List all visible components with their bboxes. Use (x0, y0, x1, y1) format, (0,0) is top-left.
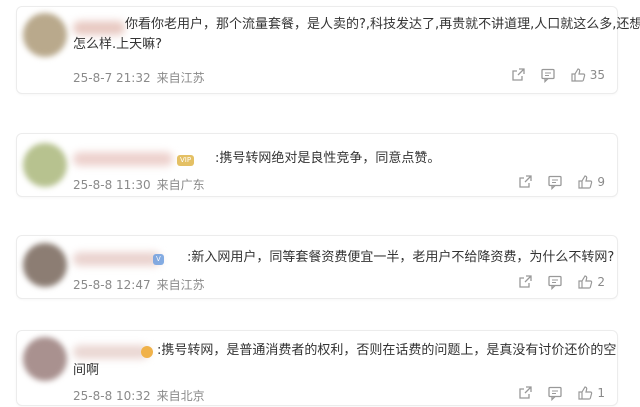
comment-date: 25-8-8 11:30 (73, 178, 151, 192)
comment-actions: 9 (517, 174, 605, 190)
avatar[interactable] (23, 243, 67, 287)
share-icon[interactable] (517, 385, 533, 401)
comment-location: 来自北京 (156, 389, 205, 403)
avatar[interactable] (23, 13, 67, 57)
comment-meta: 25-8-7 21:32 来自江苏 (73, 69, 211, 86)
comment-text: :携号转网绝对是良性竞争，同意点赞。 (215, 151, 441, 166)
share-icon[interactable] (510, 67, 526, 83)
comment-date: 25-8-7 21:32 (73, 71, 151, 85)
comment-meta: 25-8-8 12:47 来自江苏 (73, 276, 211, 293)
comment-location: 来自江苏 (156, 71, 205, 85)
like-button[interactable]: 1 (577, 385, 605, 401)
vip-badge: VIP (177, 155, 195, 166)
comment-actions: 1 (517, 385, 605, 401)
comment-date: 25-8-8 10:32 (73, 389, 151, 403)
comment-card: VIP :携号转网绝对是良性竞争，同意点赞。 25-8-8 11:30 来自广东 … (16, 133, 618, 197)
username-blurred[interactable] (73, 152, 173, 166)
like-button[interactable]: 9 (577, 174, 605, 190)
share-icon[interactable] (517, 274, 533, 290)
like-icon (577, 174, 593, 190)
comment-location: 来自广东 (156, 178, 205, 192)
like-count: 9 (597, 175, 605, 189)
comment-text-cont: 怎么样.上天嘛? (73, 37, 163, 52)
like-button[interactable]: 35 (570, 67, 605, 83)
comment-text: 你看你老用户，那个流量套餐，是人卖的?,科技发达了,再贵就不讲道理,人口就这么多… (125, 17, 640, 32)
username-blurred[interactable] (73, 345, 149, 359)
like-icon (570, 67, 586, 83)
comment-icon[interactable] (540, 67, 556, 83)
like-count: 2 (597, 275, 605, 289)
comment-icon[interactable] (547, 385, 563, 401)
like-icon (577, 385, 593, 401)
comment-text: :携号转网，是普通消费者的权利，否则在话费的问题上，是真没有讨价还价的空 (157, 343, 617, 358)
like-count: 35 (589, 68, 605, 82)
avatar[interactable] (23, 337, 67, 381)
like-icon (577, 274, 593, 290)
avatar[interactable] (23, 143, 67, 187)
emoji-badge-icon (141, 346, 153, 358)
comment-card: V :新入网用户，同等套餐资费便宜一半，老用户不给降资费，为什么不转网? 25-… (16, 235, 618, 299)
username-blurred[interactable] (73, 21, 125, 35)
comment-location: 来自江苏 (156, 278, 205, 292)
username-blurred[interactable] (73, 252, 161, 266)
v-badge: V (153, 254, 164, 265)
comment-meta: 25-8-8 10:32 来自北京 (73, 387, 211, 404)
comment-meta: 25-8-8 11:30 来自广东 (73, 176, 211, 193)
like-count: 1 (597, 386, 605, 400)
comment-text: :新入网用户，同等套餐资费便宜一半，老用户不给降资费，为什么不转网? (187, 250, 615, 265)
comment-text-cont: 间啊 (73, 363, 100, 378)
comment-actions: 2 (517, 274, 605, 290)
comment-icon[interactable] (547, 274, 563, 290)
comment-icon[interactable] (547, 174, 563, 190)
like-button[interactable]: 2 (577, 274, 605, 290)
comment-card: :携号转网，是普通消费者的权利，否则在话费的问题上，是真没有讨价还价的空 间啊 … (16, 330, 618, 406)
comment-actions: 35 (510, 67, 605, 83)
share-icon[interactable] (517, 174, 533, 190)
comment-date: 25-8-8 12:47 (73, 278, 151, 292)
comment-card: 你看你老用户，那个流量套餐，是人卖的?,科技发达了,再贵就不讲道理,人口就这么多… (16, 6, 640, 94)
